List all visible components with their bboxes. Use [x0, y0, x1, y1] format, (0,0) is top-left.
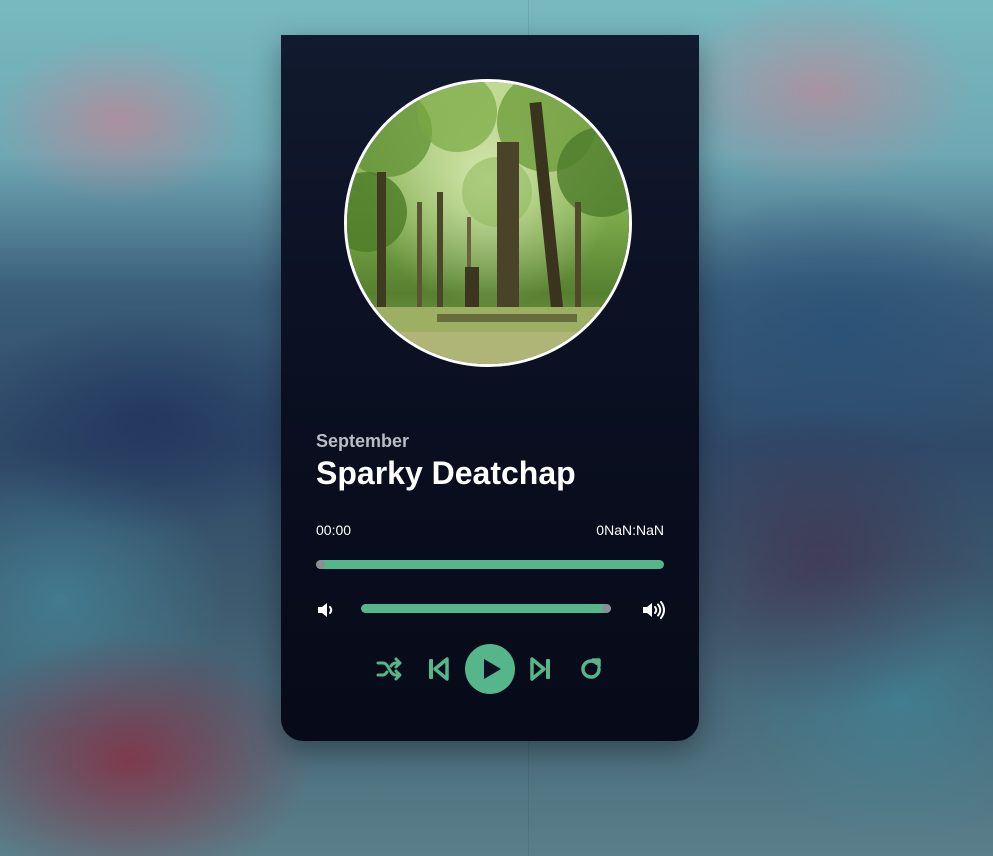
- volume-down-icon[interactable]: [316, 600, 338, 620]
- shuffle-icon[interactable]: [375, 655, 403, 683]
- forest-cover-art: [347, 82, 629, 364]
- play-button[interactable]: [465, 644, 515, 694]
- total-duration: 0NaN:NaN: [596, 522, 664, 538]
- volume-slider[interactable]: [361, 604, 611, 613]
- progress-slider[interactable]: [316, 560, 664, 569]
- artist-name: September: [316, 431, 410, 451]
- repeat-icon[interactable]: [577, 655, 605, 683]
- volume-thumb[interactable]: [602, 604, 611, 613]
- playback-controls: [281, 642, 699, 696]
- skip-previous-icon[interactable]: [424, 655, 452, 683]
- track-title: Sparky Deatchap: [316, 455, 576, 491]
- current-time: 00:00: [316, 522, 352, 538]
- progress-thumb[interactable]: [316, 560, 325, 569]
- music-player-card: September Sparky Deatchap 00:00 0NaN:NaN: [281, 35, 699, 741]
- play-icon: [484, 659, 501, 679]
- album-cover-image: [344, 79, 632, 367]
- skip-next-icon[interactable]: [527, 655, 555, 683]
- volume-up-icon[interactable]: [642, 600, 665, 620]
- volume-control: [316, 598, 665, 620]
